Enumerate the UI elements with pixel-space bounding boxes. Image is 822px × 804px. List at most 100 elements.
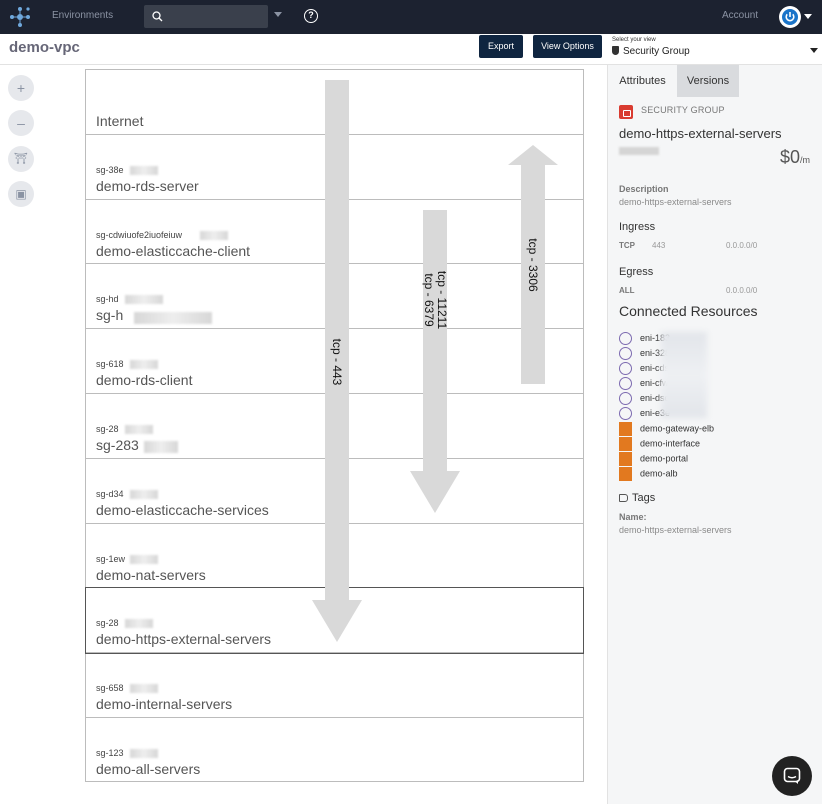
- resource-ids-redacted: [661, 332, 707, 418]
- ingress-port: 443: [652, 241, 666, 250]
- security-group-name: demo-rds-server: [96, 177, 199, 194]
- connected-resource-item[interactable]: demo-portal: [619, 452, 689, 466]
- redacted-id: [130, 749, 158, 758]
- security-group-row[interactable]: sg-hd sg-h: [86, 264, 583, 330]
- tab-attributes[interactable]: Attributes: [608, 65, 677, 97]
- redacted-id: [130, 165, 158, 175]
- app-logo-icon[interactable]: [8, 5, 32, 29]
- security-group-name: Internet: [96, 113, 144, 129]
- security-group-id: sg-1ew: [96, 553, 126, 564]
- redacted-id: [125, 619, 153, 629]
- network-interface-icon: [619, 347, 632, 360]
- security-group-name: demo-https-external-servers: [96, 631, 272, 648]
- resource-cost: $0/m: [780, 147, 810, 168]
- egress-protocol: ALL: [619, 286, 635, 295]
- environments-link[interactable]: Environments: [52, 10, 113, 21]
- connected-resources-title: Connected Resources: [619, 303, 758, 319]
- view-select-value: Security Group: [623, 46, 690, 57]
- security-group-id: sg-28: [96, 618, 119, 629]
- security-group-name: sg-h: [96, 307, 124, 324]
- security-group-id: sg-hd: [96, 294, 119, 305]
- security-group-name: demo-nat-servers: [96, 566, 206, 583]
- tab-versions[interactable]: Versions: [677, 65, 739, 97]
- security-group-row[interactable]: sg-28 demo-https-external-servers: [85, 587, 584, 655]
- security-group-id: sg-658: [96, 683, 124, 694]
- security-group-id: sg-28: [96, 424, 119, 434]
- fit-to-screen-button[interactable]: ▣: [8, 181, 34, 207]
- security-group-row[interactable]: sg-658 demo-internal-servers: [86, 653, 583, 718]
- layout-button[interactable]: ⛩: [8, 146, 34, 172]
- security-group-row[interactable]: sg-618 demo-rds-client: [86, 329, 583, 394]
- security-group-name: demo-internal-servers: [96, 696, 233, 713]
- security-group-id: sg-618: [96, 359, 124, 370]
- egress-title: Egress: [619, 266, 654, 278]
- connected-resource-item[interactable]: demo-interface: [619, 437, 701, 451]
- cost-unit: /m: [800, 155, 811, 165]
- redacted-id: [125, 295, 163, 305]
- connected-resource-item[interactable]: demo-alb: [619, 467, 678, 481]
- security-group-name: sg-283: [96, 437, 139, 453]
- security-group-id: sg-123: [96, 748, 124, 758]
- load-balancer-icon: [619, 452, 632, 466]
- security-group-name: demo-elasticcache-client: [96, 242, 251, 259]
- export-button[interactable]: Export: [479, 35, 523, 58]
- account-link[interactable]: Account: [722, 10, 758, 21]
- security-group-diagram[interactable]: Internet sg-38e demo-rds-server sg-cdwiuofe…: [85, 69, 584, 782]
- connected-resource-name: demo-interface: [640, 438, 701, 449]
- security-group-row[interactable]: sg-123 demo-all-servers: [86, 718, 583, 783]
- ingress-protocol: TCP: [619, 241, 635, 250]
- chat-icon: [783, 767, 801, 784]
- zoom-out-button[interactable]: –: [8, 110, 34, 136]
- redacted-id: [130, 554, 158, 564]
- redacted-id: [130, 684, 158, 694]
- connected-resource-item[interactable]: demo-gateway-elb: [619, 422, 714, 436]
- security-group-row[interactable]: sg-38e demo-rds-server: [86, 135, 583, 200]
- ingress-cidr: 0.0.0.0/0: [726, 241, 758, 250]
- redacted-id: [130, 489, 158, 499]
- search-icon: [152, 11, 163, 22]
- redacted-id: [200, 230, 228, 240]
- power-icon: [782, 9, 798, 25]
- search-dropdown-icon[interactable]: [274, 12, 282, 17]
- security-group-name: demo-all-servers: [96, 761, 201, 777]
- ingress-title: Ingress: [619, 221, 656, 233]
- network-interface-icon: [619, 362, 632, 375]
- security-group-row[interactable]: sg-28 sg-283: [86, 394, 583, 459]
- security-group-row[interactable]: sg-d34 demo-elasticcache-services: [86, 459, 583, 524]
- tag-name-value: demo-https-external-servers: [619, 525, 732, 535]
- redacted-name: [144, 441, 178, 453]
- security-group-row[interactable]: sg-1ew demo-nat-servers: [86, 524, 583, 589]
- security-group-name: demo-elasticcache-services: [96, 501, 269, 518]
- security-group-row[interactable]: Internet: [86, 70, 583, 135]
- search-input[interactable]: [144, 5, 268, 28]
- view-options-button[interactable]: View Options: [533, 35, 602, 58]
- connected-resource-name: demo-portal: [640, 453, 689, 464]
- top-bar: Environments ? Account: [0, 0, 822, 34]
- cost-value: $0: [780, 147, 801, 167]
- security-group-row[interactable]: sg-cdwiuofe2iuofeiuw demo-elasticcache-cl…: [86, 200, 583, 265]
- load-balancer-icon: [619, 437, 632, 451]
- help-icon[interactable]: ?: [304, 9, 318, 23]
- redacted-id: [125, 425, 153, 434]
- network-interface-icon: [619, 377, 632, 390]
- chat-button[interactable]: [772, 756, 812, 796]
- view-select-caret-icon[interactable]: [810, 48, 818, 53]
- security-group-id: sg-38e: [96, 164, 124, 175]
- resource-type-label: SECURITY GROUP: [641, 105, 725, 115]
- shield-icon: [612, 46, 619, 55]
- redacted-name: [134, 312, 212, 325]
- tags-section: Tags: [619, 492, 655, 504]
- zoom-in-button[interactable]: +: [8, 75, 34, 101]
- network-interface-icon: [619, 392, 632, 405]
- view-select-label: Select your view: [612, 37, 656, 43]
- description-value: demo-https-external-servers: [619, 197, 732, 207]
- tags-title: Tags: [632, 492, 656, 504]
- user-menu-button[interactable]: [779, 6, 801, 28]
- page-title: demo-vpc: [9, 39, 80, 56]
- view-select[interactable]: Security Group: [612, 46, 690, 57]
- tag-icon: [619, 494, 628, 502]
- user-menu-caret-icon[interactable]: [804, 14, 812, 19]
- page-header: demo-vpc Export View Options Select your…: [0, 34, 822, 65]
- security-group-id: sg-d34: [96, 488, 124, 499]
- egress-cidr: 0.0.0.0/0: [726, 286, 758, 295]
